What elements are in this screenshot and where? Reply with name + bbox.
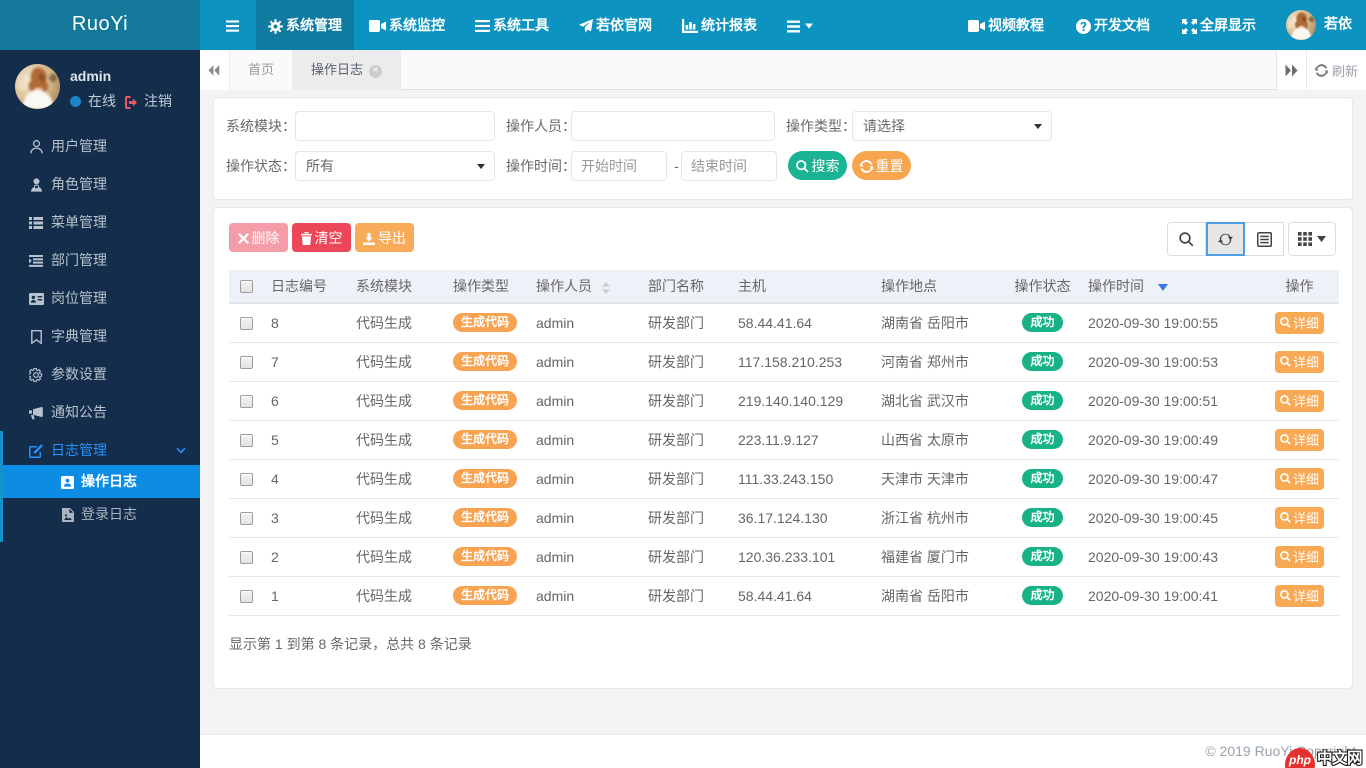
svg-text:中文网: 中文网	[1317, 749, 1362, 767]
